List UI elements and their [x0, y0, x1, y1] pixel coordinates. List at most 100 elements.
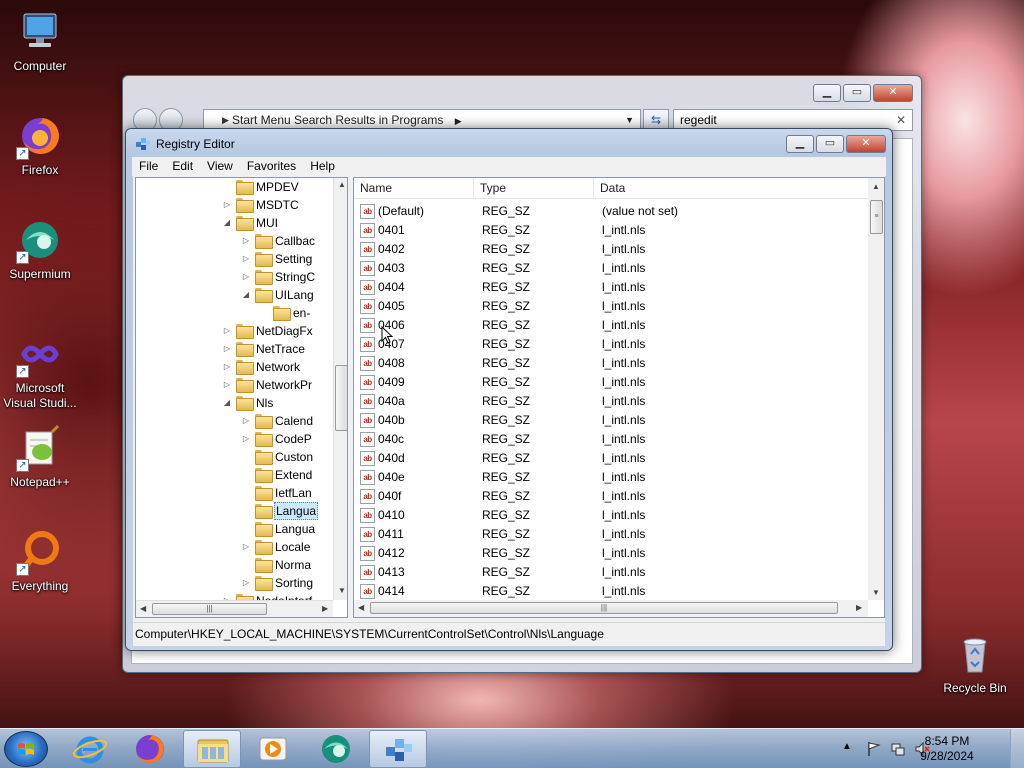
close-button[interactable]: ✕ [846, 135, 886, 153]
taskbar-supermium[interactable] [307, 730, 365, 768]
table-row[interactable]: ab 0406 REG_SZ l_intl.nls [354, 316, 868, 335]
desktop-icon-supermium[interactable]: ↗ Supermium [0, 216, 80, 282]
registry-editor-window[interactable]: Registry Editor ▁ ▭ ✕ File Edit View Fav… [125, 128, 893, 651]
network-icon[interactable] [890, 741, 906, 757]
scroll-thumb[interactable] [335, 365, 347, 431]
tree-expander-icon[interactable]: ▷ [222, 196, 232, 214]
scroll-down-icon[interactable]: ▼ [338, 586, 346, 595]
menu-view[interactable]: View [200, 157, 240, 176]
menu-edit[interactable]: Edit [165, 157, 200, 176]
clear-search-icon[interactable]: ✕ [896, 110, 906, 130]
action-center-flag-icon[interactable] [866, 741, 882, 757]
taskbar-media-player[interactable] [244, 730, 302, 768]
desktop-icon-visual-studio[interactable]: ↗ Microsoft Visual Studi... [0, 330, 80, 411]
scroll-right-icon[interactable]: ▶ [856, 603, 862, 612]
list-vertical-scrollbar[interactable]: ▲ ≡ ▼ [868, 178, 884, 600]
chevron-down-icon[interactable]: ▼ [625, 110, 634, 130]
tree-horizontal-scrollbar[interactable]: ◀ ||| ▶ [136, 600, 333, 617]
table-row[interactable]: ab 040b REG_SZ l_intl.nls [354, 411, 868, 430]
column-header-name[interactable]: Name [354, 178, 474, 199]
menu-file[interactable]: File [132, 157, 165, 176]
taskbar-registry-editor[interactable] [369, 730, 427, 768]
table-row[interactable]: ab 0407 REG_SZ l_intl.nls [354, 335, 868, 354]
tree-item[interactable]: ▷ StringC [136, 268, 333, 286]
table-row[interactable]: ab 0410 REG_SZ l_intl.nls [354, 506, 868, 525]
table-row[interactable]: ab 0409 REG_SZ l_intl.nls [354, 373, 868, 392]
tree-item[interactable]: ▷ Sorting [136, 574, 333, 592]
table-row[interactable]: ab 0414 REG_SZ l_intl.nls [354, 582, 868, 601]
tree-expander-icon[interactable]: ▷ [241, 574, 251, 592]
table-row[interactable]: ab 040c REG_SZ l_intl.nls [354, 430, 868, 449]
tree-item[interactable]: IetfLan [136, 484, 333, 502]
tree-expander-icon[interactable]: ▷ [241, 430, 251, 448]
tree-item[interactable]: Extend [136, 466, 333, 484]
scroll-right-icon[interactable]: ▶ [322, 604, 328, 613]
table-row[interactable]: ab 040d REG_SZ l_intl.nls [354, 449, 868, 468]
tree-expander-icon[interactable]: ▷ [222, 358, 232, 376]
column-header-data[interactable]: Data [594, 178, 868, 199]
table-row[interactable]: ab 040a REG_SZ l_intl.nls [354, 392, 868, 411]
tree-expander-icon[interactable]: ▷ [241, 232, 251, 250]
table-row[interactable]: ab (Default) REG_SZ (value not set) [354, 202, 868, 221]
table-row[interactable]: ab 0403 REG_SZ l_intl.nls [354, 259, 868, 278]
taskbar-internet-explorer[interactable] [61, 730, 119, 768]
start-button[interactable] [4, 731, 48, 767]
table-row[interactable]: ab 0401 REG_SZ l_intl.nls [354, 221, 868, 240]
tree-item[interactable]: ◢ Nls [136, 394, 333, 412]
tree-item[interactable]: ▷ Setting [136, 250, 333, 268]
tree-item[interactable]: ▷ Calend [136, 412, 333, 430]
tree-expander-icon[interactable]: ◢ [222, 394, 232, 412]
tree-item[interactable]: en- [136, 304, 333, 322]
desktop-icon-everything[interactable]: ↗ Everything [0, 528, 80, 594]
tree-expander-icon[interactable]: ◢ [222, 214, 232, 232]
table-row[interactable]: ab 0404 REG_SZ l_intl.nls [354, 278, 868, 297]
table-row[interactable]: ab 0411 REG_SZ l_intl.nls [354, 525, 868, 544]
tree-expander-icon[interactable]: ▷ [222, 322, 232, 340]
tree-item[interactable]: ▷ MSDTC [136, 196, 333, 214]
show-hidden-icons-icon[interactable]: ▲ [842, 741, 852, 752]
tree-item[interactable]: ◢ MUI [136, 214, 333, 232]
close-button[interactable]: ✕ [873, 84, 913, 102]
tree-expander-icon[interactable]: ▷ [241, 412, 251, 430]
tree-item[interactable]: MPDEV [136, 178, 333, 196]
tree-expander-icon[interactable]: ▷ [241, 268, 251, 286]
table-row[interactable]: ab 040e REG_SZ l_intl.nls [354, 468, 868, 487]
tree-item[interactable]: Langua [136, 502, 333, 520]
desktop-icon-computer[interactable]: Computer [0, 8, 80, 74]
tree-item[interactable]: Custon [136, 448, 333, 466]
scroll-down-icon[interactable]: ▼ [872, 588, 880, 597]
table-row[interactable]: ab 0408 REG_SZ l_intl.nls [354, 354, 868, 373]
tree-item[interactable]: ▷ NetworkPr [136, 376, 333, 394]
tree-expander-icon[interactable]: ▷ [222, 376, 232, 394]
key-tree[interactable]: MPDEV ▷ MSDTC ◢ MUI ▷ Callbac ▷ Setting ▷ StringC ◢… [135, 177, 348, 618]
minimize-button[interactable]: ▁ [786, 135, 814, 153]
taskbar-file-explorer[interactable] [183, 730, 241, 768]
tree-item[interactable]: Norma [136, 556, 333, 574]
titlebar[interactable]: Registry Editor ▁ ▭ ✕ [126, 129, 892, 159]
maximize-button[interactable]: ▭ [843, 84, 871, 102]
scroll-thumb[interactable]: ||| [152, 603, 267, 615]
table-row[interactable]: ab 0402 REG_SZ l_intl.nls [354, 240, 868, 259]
tree-expander-icon[interactable]: ▷ [241, 250, 251, 268]
tree-vertical-scrollbar[interactable]: ▲ ▼ [333, 178, 347, 600]
tree-item[interactable]: ▷ CodeP [136, 430, 333, 448]
tree-expander-icon[interactable]: ▷ [222, 340, 232, 358]
values-list[interactable]: Name Type Data ab (Default) REG_SZ (value n… [353, 177, 885, 618]
tree-item[interactable]: ▷ Callbac [136, 232, 333, 250]
tree-item[interactable]: Langua [136, 520, 333, 538]
show-desktop-button[interactable] [1010, 729, 1024, 768]
maximize-button[interactable]: ▭ [816, 135, 844, 153]
desktop-icon-notepadpp[interactable]: ↗ Notepad++ [0, 424, 80, 490]
scroll-up-icon[interactable]: ▲ [872, 182, 880, 191]
taskbar-firefox[interactable] [121, 730, 179, 768]
scroll-left-icon[interactable]: ◀ [358, 603, 364, 612]
desktop-icon-firefox[interactable]: ↗ Firefox [0, 112, 80, 178]
tree-item[interactable]: ▷ Locale [136, 538, 333, 556]
tree-item[interactable]: ▷ NetTrace [136, 340, 333, 358]
tree-item[interactable]: ▷ Network [136, 358, 333, 376]
tree-expander-icon[interactable]: ◢ [241, 286, 251, 304]
desktop-icon-recycle-bin[interactable]: Recycle Bin [935, 630, 1015, 696]
tree-expander-icon[interactable]: ▷ [241, 538, 251, 556]
table-row[interactable]: ab 0405 REG_SZ l_intl.nls [354, 297, 868, 316]
table-row[interactable]: ab 040f REG_SZ l_intl.nls [354, 487, 868, 506]
